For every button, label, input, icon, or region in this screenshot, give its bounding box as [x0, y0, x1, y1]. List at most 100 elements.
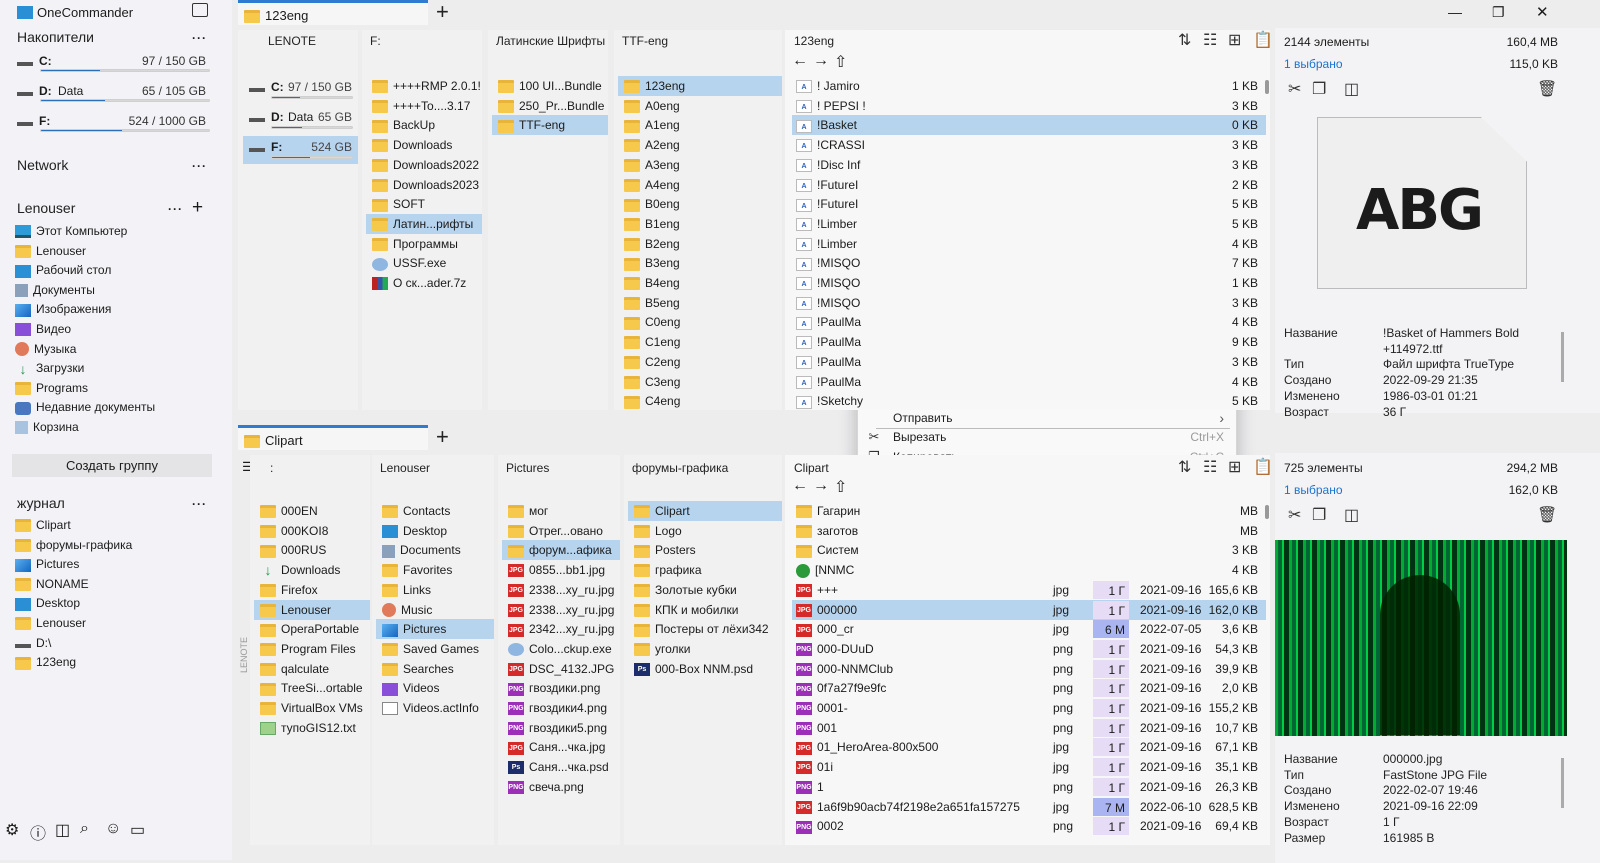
split-icon[interactable]: ◫ — [1344, 79, 1359, 99]
folder-item[interactable]: Music — [376, 600, 494, 620]
sort-icon[interactable]: ⇅ — [1178, 457, 1191, 477]
folder-item[interactable]: Saved Games — [376, 639, 494, 659]
folder-item[interactable]: ++++To....3.17 — [366, 96, 482, 116]
file-row[interactable]: заготов MB — [792, 521, 1266, 541]
folder-item[interactable]: тупоGIS12.txt — [254, 718, 370, 738]
folder-item[interactable]: 123eng — [618, 76, 782, 96]
file-row[interactable]: A ! PEPSI ! 3 KB — [792, 96, 1266, 116]
file-row[interactable]: A !PaulMa 9 KB — [792, 332, 1266, 352]
journal-item[interactable]: Pictures — [15, 554, 215, 574]
folder-item[interactable]: Links — [376, 580, 494, 600]
menu-item[interactable]: ✂ Вырезать Ctrl+X — [858, 427, 1236, 447]
drives-more-button[interactable]: ··· — [192, 31, 207, 45]
folder-item[interactable]: Lenouser — [254, 599, 370, 620]
journal-item[interactable]: Clipart — [15, 515, 215, 535]
forward-arrow-icon[interactable]: → — [813, 477, 829, 495]
folder-item[interactable]: USSF.exe — [366, 253, 482, 273]
folder-item[interactable]: SOFT — [366, 194, 482, 214]
maximize-button[interactable]: ❐ — [1492, 4, 1505, 21]
folder-item[interactable]: A0eng — [618, 96, 782, 116]
folder-item[interactable]: Firefox — [254, 580, 370, 600]
folder-item[interactable]: B3eng — [618, 253, 782, 273]
folder-item[interactable]: PNG свеча.png — [502, 777, 620, 797]
folder-item[interactable]: A1eng — [618, 115, 782, 135]
file-row[interactable]: A !MISQO 1 KB — [792, 273, 1266, 293]
journal-item[interactable]: 123eng — [15, 652, 215, 672]
journal-item[interactable]: форумы-графика — [15, 535, 215, 555]
folder-item[interactable]: графика — [628, 560, 782, 580]
folder-item[interactable]: Downloads2023 — [366, 175, 482, 195]
up-icon[interactable]: ⇧ — [834, 52, 847, 72]
cut-icon[interactable]: ✂ — [1288, 505, 1301, 525]
file-row[interactable]: JPG 1a6f9b90acb74f2198e2a651fa157275 jpg 7 … — [792, 797, 1266, 817]
window-icon[interactable]: ▭ — [130, 820, 145, 840]
folder-item[interactable]: Colo...ckup.exe — [502, 639, 620, 659]
tab-clipart[interactable]: Clipart — [238, 425, 428, 450]
network-more-button[interactable]: ··· — [192, 159, 207, 173]
info-icon[interactable]: ⓘ — [30, 820, 46, 844]
folder-item[interactable]: A3eng — [618, 155, 782, 175]
folder-item[interactable]: Pictures — [376, 619, 494, 640]
file-row[interactable]: PNG 0002 png 1 Г 2021-09-16 69,4 KB — [792, 816, 1266, 836]
file-row[interactable]: A !FutureI 2 KB — [792, 175, 1266, 195]
add-icon[interactable]: ⊞ — [1228, 457, 1241, 477]
journal-item[interactable]: D:\ — [15, 633, 215, 653]
drive-item[interactable]: F: 524 GB — [243, 136, 358, 164]
folder-item[interactable]: TreeSi...ortable — [254, 678, 370, 698]
list-scrollbar[interactable] — [1265, 505, 1269, 519]
folder-item[interactable]: JPG 2342...xy_ru.jpg — [502, 619, 620, 639]
file-row[interactable]: A !FutureI 5 KB — [792, 194, 1266, 214]
folder-item[interactable]: Logo — [628, 521, 782, 541]
folder-item[interactable]: JPG 2338...xy_ru.jpg — [502, 600, 620, 620]
sidebar-item[interactable]: Корзина — [15, 417, 215, 437]
user-group-more-button[interactable]: ··· — [168, 202, 183, 216]
folder-item[interactable]: PNG гвоздики.png — [502, 678, 620, 698]
robot-icon[interactable]: ☺ — [105, 820, 121, 838]
folder-item[interactable]: Desktop — [376, 521, 494, 541]
new-tab-button[interactable]: + — [436, 426, 449, 448]
file-row[interactable]: Гагарин MB — [792, 501, 1266, 521]
folder-item[interactable]: PNG гвоздики5.png — [502, 718, 620, 738]
folder-item[interactable]: 000RUS — [254, 540, 370, 560]
file-row[interactable]: A !CRASSI 3 KB — [792, 135, 1266, 155]
folder-item[interactable]: КПК и мобилки — [628, 600, 782, 620]
view-list-icon[interactable]: ☷ — [1203, 30, 1217, 50]
folder-item[interactable]: C2eng — [618, 352, 782, 372]
folder-item[interactable]: Program Files — [254, 639, 370, 659]
folder-item[interactable]: C1eng — [618, 332, 782, 352]
create-group-button[interactable]: Создать группу — [12, 454, 212, 477]
sidebar-item[interactable]: Изображения — [15, 299, 215, 319]
sidebar-item[interactable]: Этот Компьютер — [15, 221, 215, 241]
new-tab-button[interactable]: + — [436, 1, 449, 23]
folder-item[interactable]: Videos.actInfo — [376, 698, 494, 718]
folder-item[interactable]: BackUp — [366, 115, 482, 135]
folder-item[interactable]: C0eng — [618, 312, 782, 332]
clipboard-icon[interactable]: 📋 — [1253, 457, 1273, 477]
minimize-button[interactable]: — — [1448, 4, 1462, 20]
file-row[interactable]: PNG 0f7a27f9e9fc png 1 Г 2021-09-16 2,0 KB — [792, 678, 1266, 698]
file-row[interactable]: A !PaulMa 3 KB — [792, 352, 1266, 372]
folder-item[interactable]: Favorites — [376, 560, 494, 580]
folder-item[interactable]: A2eng — [618, 135, 782, 155]
folder-item[interactable]: уголки — [628, 639, 782, 659]
folder-item[interactable]: JPG DSC_4132.JPG — [502, 659, 620, 679]
drive-item[interactable]: C: 97 / 150 GB — [243, 76, 358, 104]
file-row[interactable]: JPG 000000 jpg 1 Г 2021-09-16 162,0 KB — [792, 599, 1266, 620]
folder-item[interactable]: Videos — [376, 678, 494, 698]
file-row[interactable]: JPG +++ jpg 1 Г 2021-09-16 165,6 KB — [792, 580, 1266, 600]
sidebar-item[interactable]: Рабочий стол — [15, 260, 215, 280]
folder-item[interactable]: VirtualBox VMs — [254, 698, 370, 718]
layout-icon[interactable]: ◫ — [55, 820, 70, 840]
drive-item[interactable]: D: Data 65 GB — [243, 106, 358, 134]
file-row[interactable]: A !MISQO 3 KB — [792, 293, 1266, 313]
folder-item[interactable]: 000EN — [254, 501, 370, 521]
sidebar-item[interactable]: Недавние документы — [15, 397, 215, 417]
folder-item[interactable]: Золотые кубки — [628, 580, 782, 600]
file-row[interactable]: PNG 000-DUuD png 1 Г 2021-09-16 54,3 KB — [792, 639, 1266, 659]
folder-item[interactable]: Постеры от лёхи342 — [628, 619, 782, 639]
folder-item[interactable]: qalculate — [254, 659, 370, 679]
back-arrow-icon[interactable]: ← — [792, 52, 808, 70]
sidebar-item[interactable]: Lenouser — [15, 241, 215, 261]
file-row[interactable]: A !Limber 5 KB — [792, 214, 1266, 234]
folder-item[interactable]: PNG гвоздики4.png — [502, 698, 620, 718]
